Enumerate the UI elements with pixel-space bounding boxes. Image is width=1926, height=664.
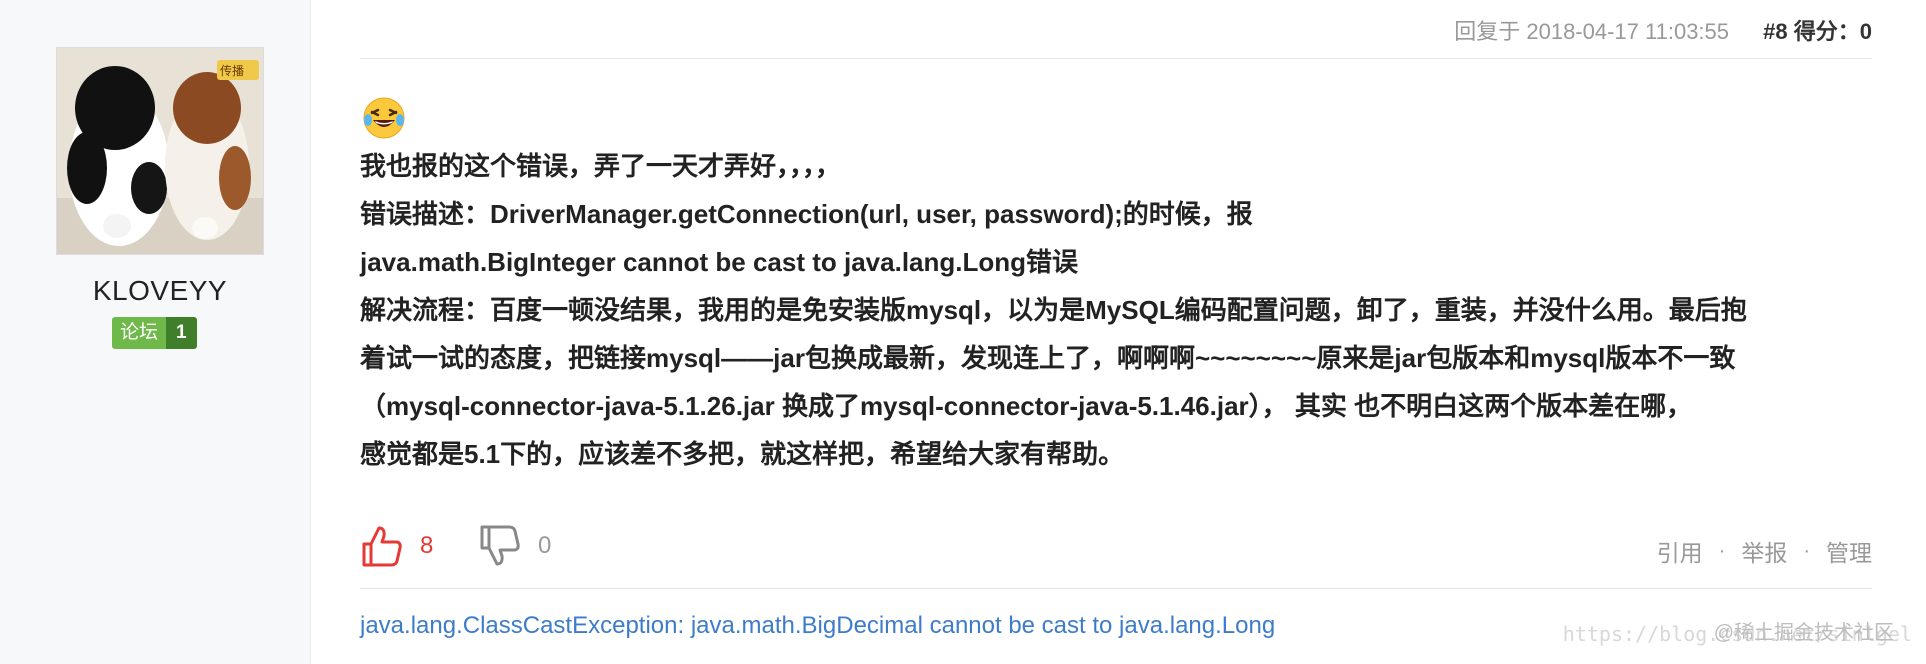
related-topic-link[interactable]: java.lang.ClassCastException: java.math.… (360, 612, 1275, 640)
score: 得分：0 (1793, 19, 1872, 44)
post-actions: 8 0 引用 · 举报 · 管理 (360, 524, 1872, 576)
page: 传播 KLOVEYY 论坛 1 回复于 2018-04-17 11:03:55 … (0, 0, 1926, 664)
content-line: 着试一试的态度，把链接mysql——jar包换成最新，发现连上了，啊啊啊~~~~… (360, 343, 1736, 373)
manage-link[interactable]: 管理 (1826, 534, 1872, 568)
content-line: 感觉都是5.1下的，应该差不多把，就这样把，希望给大家有帮助。 (360, 439, 1125, 469)
content-line: 错误描述：DriverManager.getConnection(url, us… (360, 199, 1253, 229)
post-content: 我也报的这个错误，弄了一天才弄好，，，， 错误描述：DriverManager.… (360, 142, 1872, 478)
like-count: 8 (420, 532, 434, 559)
badge-label: 论坛 (112, 317, 167, 349)
watermark-brand: @稀土掘金技术社区 (1713, 622, 1894, 644)
content-line: 我也报的这个错误，弄了一天才弄好，，，， (360, 151, 842, 181)
dislike-count: 0 (538, 532, 552, 559)
post-links: 引用 · 举报 · 管理 (1657, 534, 1872, 568)
like-button[interactable]: 8 (360, 524, 433, 568)
separator: · (1803, 539, 1810, 562)
avatar-puppies-icon: 传播 (57, 48, 263, 254)
content-line: （mysql-connector-java-5.1.26.jar 换成了mysq… (360, 391, 1693, 421)
user-panel: 传播 KLOVEYY 论坛 1 (0, 0, 311, 664)
laughing-tears-emoji-icon (362, 96, 406, 140)
thumbs-up-icon (362, 526, 402, 567)
badge-level: 1 (166, 317, 197, 349)
content-line: 解决流程：百度一顿没结果，我用的是免安装版mysql，以为是MySQL编码配置问… (360, 295, 1747, 325)
forum-level-badge: 论坛 1 (112, 317, 197, 349)
top-divider (360, 58, 1872, 59)
post: 回复于 2018-04-17 11:03:55 #8 得分：0 我也报的这个错误… (360, 0, 1872, 664)
dislike-button[interactable]: 0 (478, 524, 551, 568)
content-line: java.math.BigInteger cannot be cast to j… (360, 247, 1079, 277)
bottom-divider (360, 588, 1872, 589)
post-meta: 回复于 2018-04-17 11:03:55 #8 得分：0 (1454, 14, 1872, 46)
user-avatar[interactable]: 传播 (56, 47, 264, 255)
watermark: https://blog.csdn.net/sinlgel @稀土掘金技术社区 (1563, 622, 1912, 646)
floor-number[interactable]: #8 (1763, 19, 1787, 44)
svg-text:传播: 传播 (220, 63, 244, 78)
report-link[interactable]: 举报 (1741, 534, 1787, 568)
reply-time: 回复于 2018-04-17 11:03:55 (1454, 19, 1730, 44)
thumbs-down-icon (480, 525, 520, 566)
username[interactable]: KLOVEYY (0, 275, 320, 307)
separator: · (1718, 539, 1726, 562)
quote-link[interactable]: 引用 (1657, 534, 1703, 568)
